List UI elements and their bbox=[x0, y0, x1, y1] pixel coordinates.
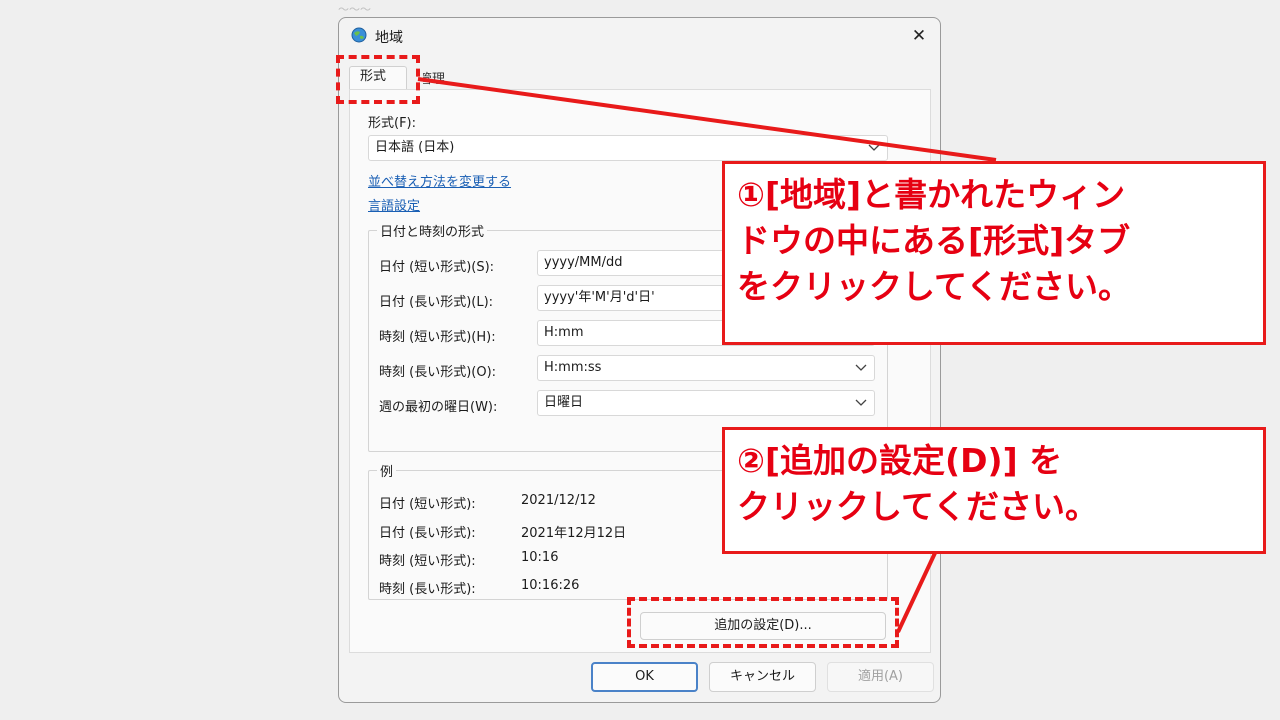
leader-line-2 bbox=[896, 552, 937, 633]
callout-two-line-1: ②[追加の設定(D)] を bbox=[737, 441, 1063, 480]
highlight-additional-settings bbox=[627, 597, 899, 648]
highlight-format-tab bbox=[336, 55, 420, 104]
callout-step-one: ①[地域]と書かれたウィン ドウの中にある[形式]タブ をクリックしてください。 bbox=[722, 161, 1266, 345]
callout-step-two: ②[追加の設定(D)] を クリックしてください。 bbox=[722, 427, 1266, 554]
callout-two-line-2: クリックしてください。 bbox=[737, 487, 1099, 526]
callout-one-line-1: ①[地域]と書かれたウィン bbox=[737, 175, 1126, 214]
callout-one-line-2: ドウの中にある[形式]タブ bbox=[737, 221, 1131, 260]
leader-line-1 bbox=[417, 77, 997, 162]
callout-one-line-3: をクリックしてください。 bbox=[737, 267, 1132, 306]
